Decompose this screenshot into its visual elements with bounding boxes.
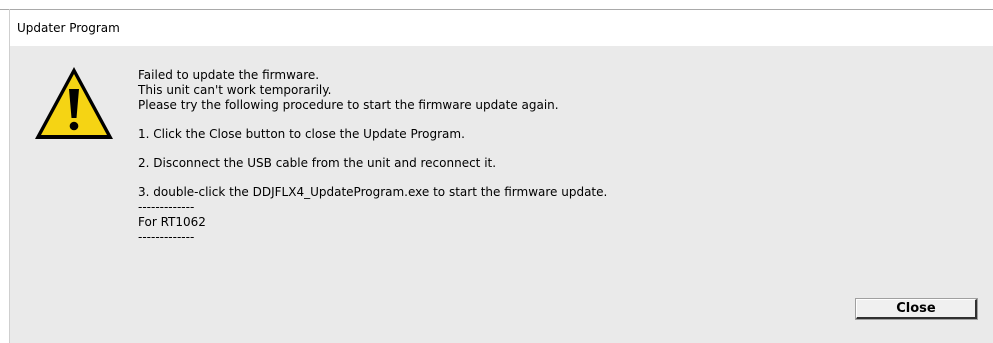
close-button[interactable]: Close — [855, 298, 978, 320]
separator-bottom: ------------- — [138, 230, 195, 244]
title-bar[interactable]: Updater Program — [10, 10, 993, 46]
error-message: Failed to update the firmware. This unit… — [138, 68, 607, 245]
message-line: Failed to update the firmware. — [138, 68, 320, 82]
message-line: Please try the following procedure to st… — [138, 98, 559, 112]
warning-triangle-icon — [35, 67, 113, 139]
updater-window: Updater Program Failed to update the fir… — [0, 0, 993, 343]
window-title: Updater Program — [17, 21, 120, 35]
message-line: This unit can't work temporarily. — [138, 83, 332, 97]
step-1-text: 1. Click the Close button to close the U… — [138, 127, 465, 141]
step-2-text: 2. Disconnect the USB cable from the uni… — [138, 156, 497, 170]
step-3-text: 3. double-click the DDJFLX4_UpdateProgra… — [138, 185, 608, 199]
separator-top: ------------- — [138, 200, 195, 214]
dialog-body: Failed to update the firmware. This unit… — [10, 46, 993, 343]
chip-label: For RT1062 — [138, 215, 206, 229]
